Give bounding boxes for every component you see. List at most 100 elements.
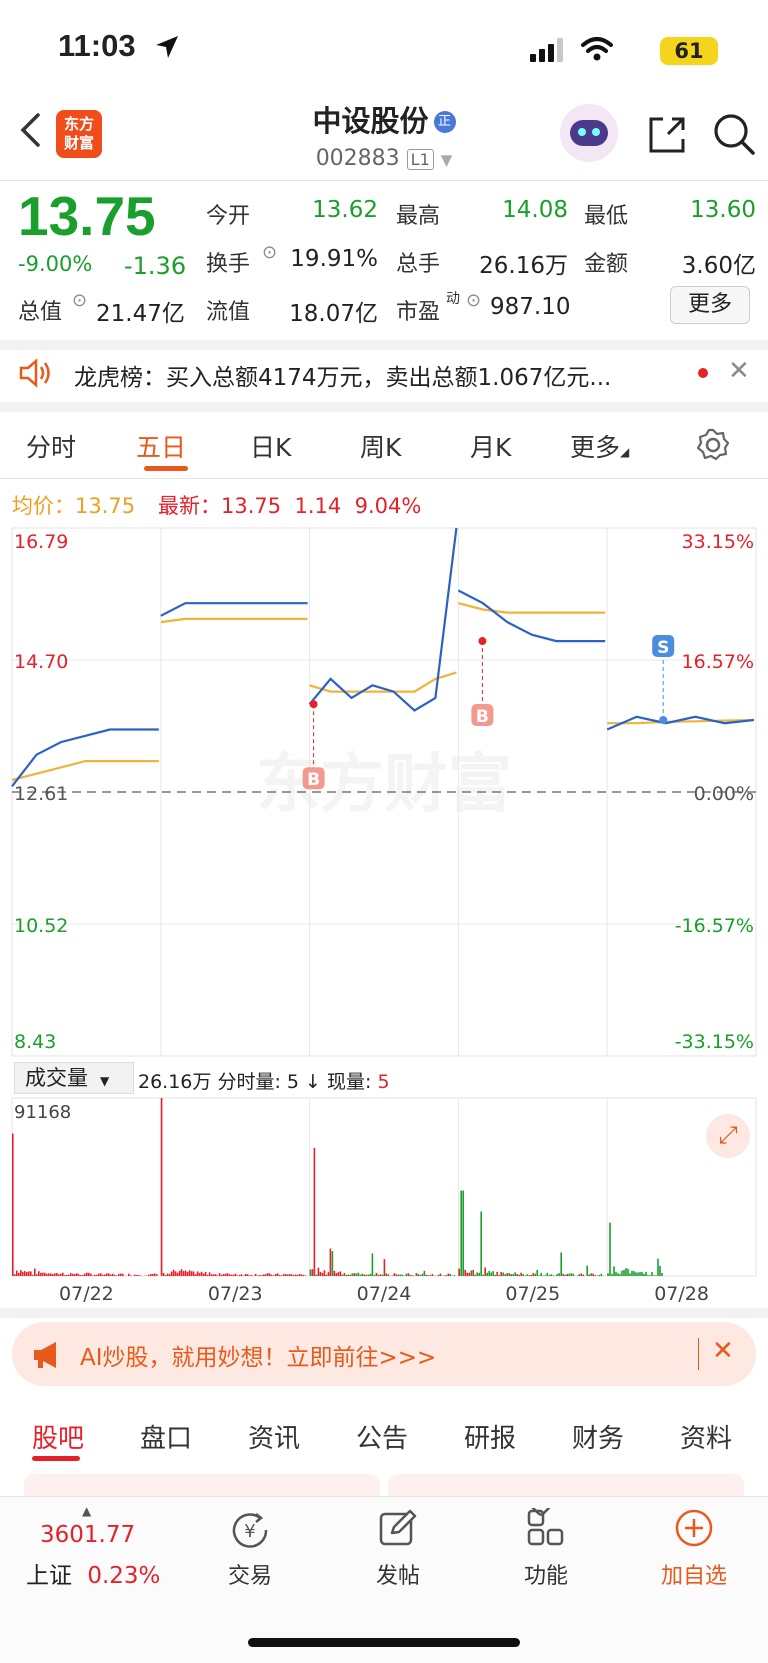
tab-guba[interactable]: 股吧 bbox=[32, 1418, 84, 1455]
more-quote-button[interactable]: 更多 bbox=[670, 286, 750, 324]
volume-bar bbox=[325, 1274, 328, 1276]
volume-bar bbox=[466, 1272, 468, 1276]
trade-yen-icon[interactable]: ¥ bbox=[230, 1510, 274, 1550]
close-banner-icon[interactable]: ✕ bbox=[712, 1336, 734, 1366]
volume-bar bbox=[375, 1272, 378, 1276]
post-edit-icon[interactable] bbox=[378, 1508, 418, 1548]
volume-bar bbox=[172, 1269, 175, 1276]
volume-bar bbox=[431, 1274, 434, 1276]
volume-bar bbox=[18, 1272, 20, 1276]
volume-bar bbox=[556, 1274, 558, 1276]
add-watchlist-label[interactable]: 加自选 bbox=[644, 1558, 744, 1590]
tab-research[interactable]: 研报 bbox=[464, 1418, 516, 1455]
volume-bar bbox=[657, 1258, 659, 1276]
volume-chart[interactable]: 91168 07/22 07/23 07/24 07/25 07/28 bbox=[0, 1096, 768, 1306]
tab-more[interactable]: 更多◢ bbox=[570, 428, 629, 464]
volume-bar bbox=[598, 1274, 600, 1276]
volume-bar bbox=[468, 1272, 470, 1276]
tab-order-book[interactable]: 盘口 bbox=[140, 1418, 192, 1455]
expand-up-icon[interactable]: ▲ bbox=[82, 1504, 91, 1518]
volume-bar bbox=[212, 1274, 215, 1276]
open-value: 13.62 bbox=[312, 197, 378, 223]
volume-bar bbox=[383, 1259, 386, 1276]
tab-profile[interactable]: 资料 bbox=[680, 1418, 732, 1455]
pe-value: 987.10 bbox=[490, 294, 571, 320]
tab-weekly-k[interactable]: 周K bbox=[360, 428, 401, 464]
volume-bar bbox=[619, 1274, 621, 1276]
volume-bar bbox=[180, 1269, 183, 1276]
volume-bar bbox=[423, 1270, 426, 1276]
five-day-price-chart[interactable]: 东方财富 16.79 33.15% 14.70 16.57% 12.61 0.00% 10.… bbox=[0, 526, 768, 1060]
volume-bar bbox=[88, 1272, 90, 1276]
volume-bar bbox=[609, 1222, 611, 1276]
volume-bar bbox=[246, 1274, 249, 1276]
index-row[interactable]: 上证 0.23% bbox=[26, 1556, 160, 1590]
volume-bar bbox=[178, 1270, 181, 1276]
tab-daily-k[interactable]: 日K bbox=[250, 428, 291, 464]
volume-bar bbox=[206, 1274, 209, 1276]
tab-news[interactable]: 资讯 bbox=[248, 1418, 300, 1455]
volume-bar bbox=[154, 1273, 156, 1276]
tab-announcements[interactable]: 公告 bbox=[356, 1418, 408, 1455]
close-notice-icon[interactable]: ✕ bbox=[728, 356, 750, 386]
volume-bar bbox=[439, 1273, 442, 1276]
volume-bar bbox=[234, 1273, 237, 1276]
volume-max-label: 91168 bbox=[14, 1102, 71, 1123]
dragon-tiger-notice[interactable]: 龙虎榜：买入总额4174万元，卖出总额1.067亿元... bbox=[74, 358, 674, 392]
volume-bar bbox=[453, 1275, 456, 1276]
volume-bar bbox=[46, 1273, 48, 1276]
tab-monthly-k[interactable]: 月K bbox=[470, 428, 511, 464]
volume-bar bbox=[148, 1274, 150, 1276]
volume-bar bbox=[74, 1274, 76, 1276]
add-watchlist-icon[interactable] bbox=[674, 1508, 714, 1548]
ai-robot-avatar[interactable] bbox=[560, 104, 618, 162]
series-line-latest bbox=[457, 589, 606, 643]
post-label[interactable]: 发帖 bbox=[348, 1558, 448, 1590]
ai-promo-text[interactable]: AI炒股，就用妙想！立即前往>>> bbox=[80, 1338, 436, 1372]
volume-bar bbox=[258, 1275, 261, 1276]
volume-bar bbox=[284, 1273, 287, 1276]
float-value: 18.07亿 bbox=[289, 301, 378, 327]
info-dots-icon[interactable]: ⊙ bbox=[466, 290, 481, 311]
volume-bar bbox=[482, 1274, 484, 1276]
trade-label[interactable]: 交易 bbox=[200, 1558, 300, 1590]
high-label: 最高 bbox=[396, 204, 441, 229]
float-label: 流值 bbox=[206, 300, 251, 325]
info-dots-icon[interactable]: ⊙ bbox=[262, 242, 277, 263]
volume-bar bbox=[48, 1273, 50, 1276]
tab-intraday[interactable]: 分时 bbox=[26, 428, 76, 464]
volume-indicator-select[interactable]: 成交量 ▼ bbox=[14, 1062, 134, 1094]
volume-bar bbox=[32, 1274, 34, 1276]
volume-bar bbox=[250, 1275, 253, 1276]
volume-bar bbox=[164, 1275, 167, 1276]
settings-gear-icon[interactable] bbox=[696, 428, 730, 462]
volume-bar bbox=[381, 1274, 384, 1276]
volume-bar bbox=[100, 1273, 102, 1276]
volume-bar bbox=[90, 1273, 92, 1276]
functions-grid-icon[interactable] bbox=[526, 1508, 566, 1548]
volume-bar bbox=[232, 1274, 235, 1276]
volume-bar bbox=[228, 1274, 231, 1276]
index-value[interactable]: 3601.77 bbox=[40, 1522, 135, 1548]
info-dots-icon[interactable]: ⊙ bbox=[72, 290, 87, 311]
volume-bar bbox=[528, 1275, 530, 1276]
x-date-label: 07/25 bbox=[505, 1283, 560, 1305]
functions-label[interactable]: 功能 bbox=[496, 1558, 596, 1590]
search-icon[interactable] bbox=[712, 112, 756, 156]
expand-chart-icon[interactable]: ⤢ bbox=[706, 1114, 750, 1158]
volume-bar bbox=[637, 1272, 639, 1276]
share-icon[interactable] bbox=[646, 114, 688, 156]
volume-bar bbox=[134, 1274, 136, 1276]
change-amount: -1.36 bbox=[124, 252, 187, 280]
volume-bar bbox=[60, 1273, 62, 1276]
volume-bar bbox=[298, 1273, 301, 1276]
y-tick-right: -16.57% bbox=[675, 915, 754, 937]
tab-five-day[interactable]: 五日 bbox=[136, 428, 186, 464]
volume-bar bbox=[359, 1274, 362, 1276]
volume-bar bbox=[166, 1273, 169, 1276]
tab-financials[interactable]: 财务 bbox=[572, 1418, 624, 1455]
volume-bar bbox=[96, 1274, 98, 1276]
volume-bar bbox=[288, 1274, 291, 1276]
index-name: 上证 bbox=[26, 1563, 72, 1589]
volume-bar bbox=[40, 1272, 42, 1276]
